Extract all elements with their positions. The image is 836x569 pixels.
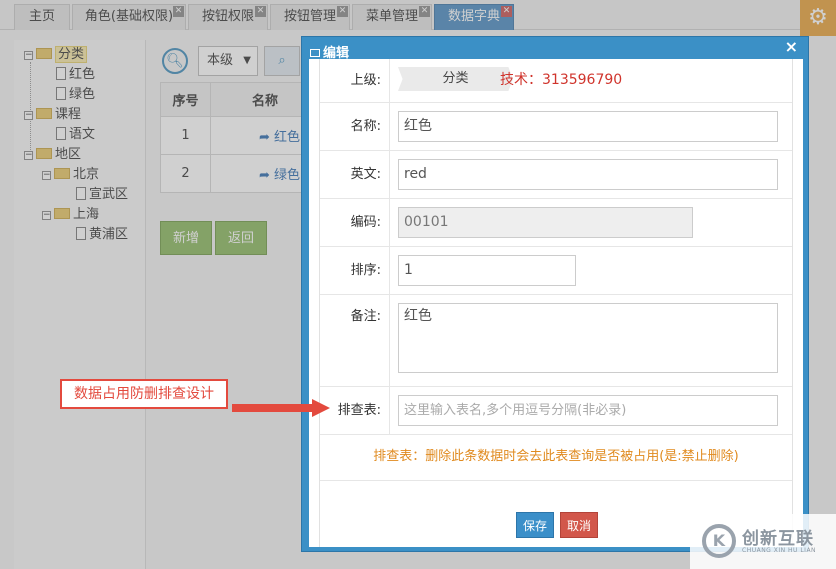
brand-name-en: CHUANG XIN HU LIAN <box>742 547 817 554</box>
brand-watermark: K 创新互联 CHUANG XIN HU LIAN <box>690 514 836 569</box>
brand-name-cn: 创新互联 <box>742 529 814 549</box>
annotation-arrow <box>232 399 330 417</box>
brand-logo-icon: K <box>702 524 736 558</box>
arrow-shape <box>232 399 330 417</box>
